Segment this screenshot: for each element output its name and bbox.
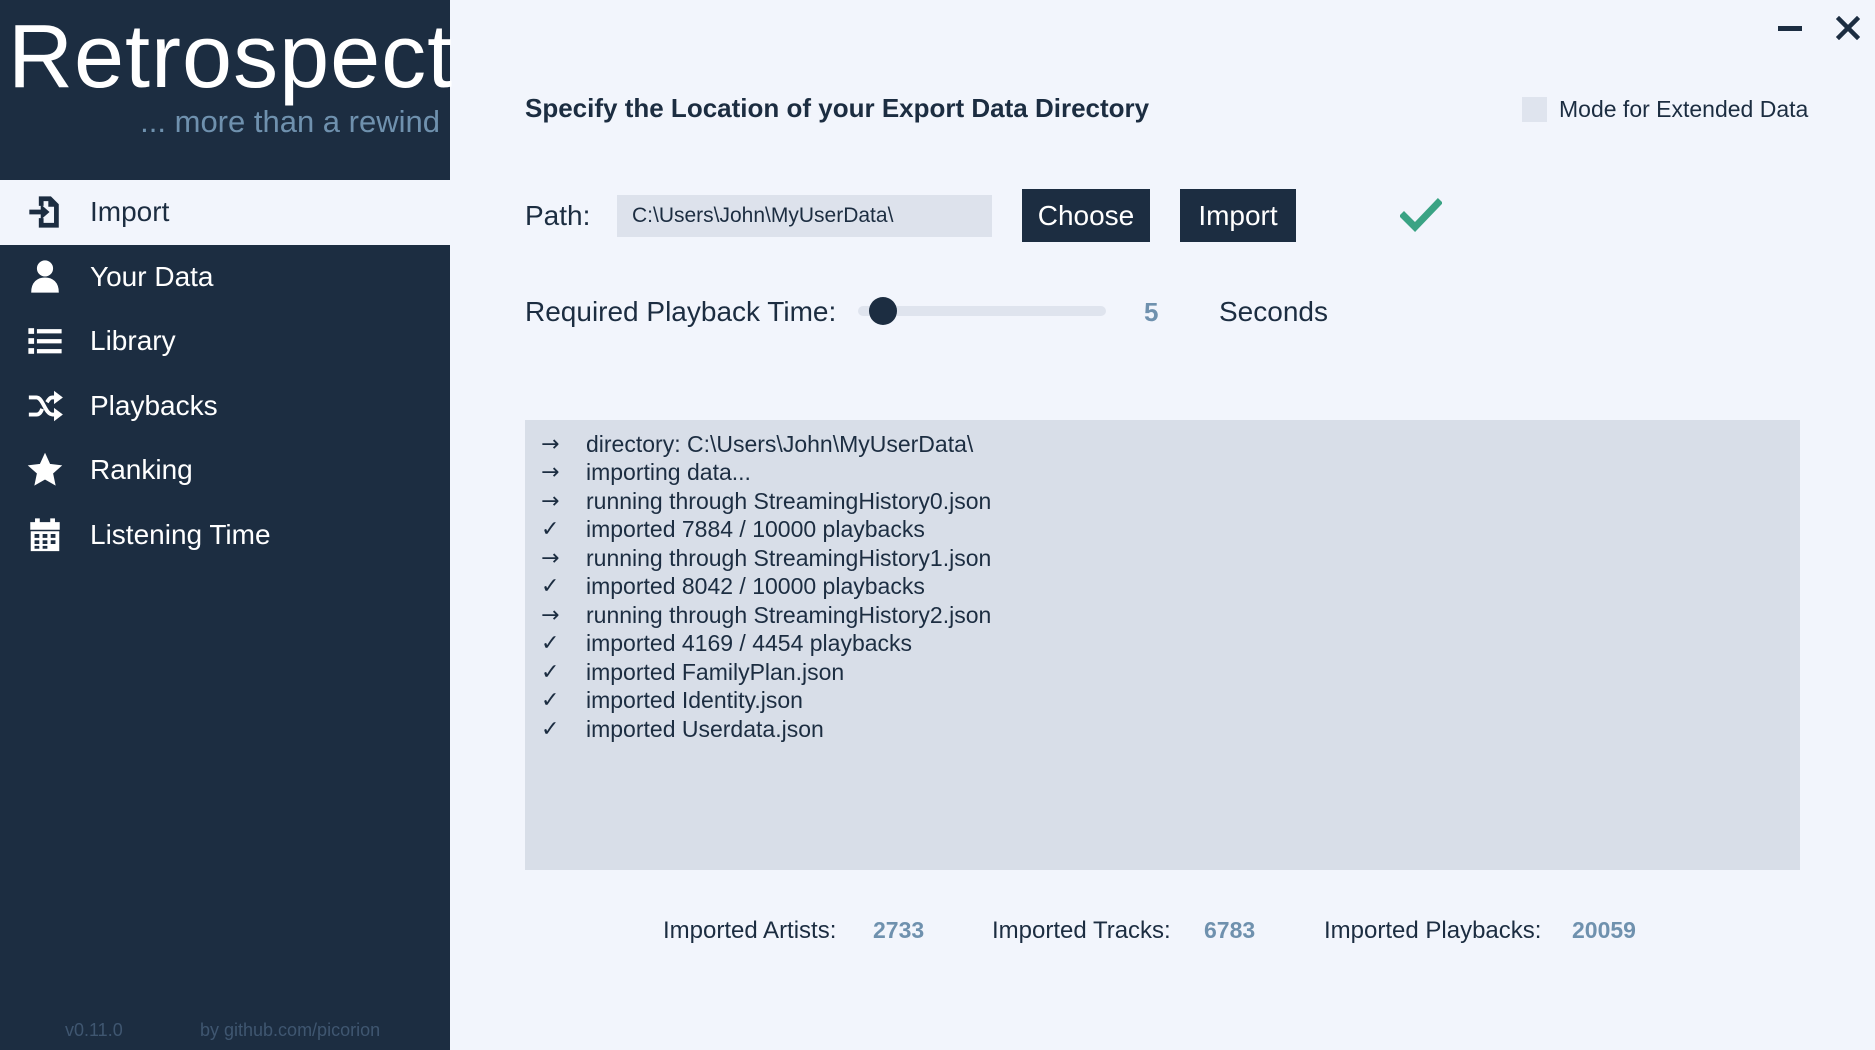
extended-mode-label: Mode for Extended Data bbox=[1559, 96, 1809, 122]
list-icon bbox=[24, 321, 66, 361]
credit-link[interactable]: by github.com/picorion bbox=[200, 1020, 380, 1041]
user-icon bbox=[24, 257, 66, 297]
imported-playbacks-label: Imported Playbacks: bbox=[1324, 917, 1542, 944]
sidebar-item-label: Import bbox=[90, 196, 170, 228]
log-line: ✓ imported Userdata.json bbox=[525, 715, 1800, 744]
log-text: imported 7884 / 10000 playbacks bbox=[586, 516, 925, 543]
import-log: → directory: C:\Users\John\MyUserData\ → im… bbox=[525, 420, 1800, 870]
log-symbol: → bbox=[541, 602, 560, 628]
path-label: Path: bbox=[525, 200, 591, 231]
sidebar-item-import[interactable]: Import bbox=[0, 180, 450, 245]
path-input[interactable] bbox=[617, 195, 992, 237]
version-label: v0.11.0 bbox=[65, 1020, 123, 1040]
sidebar-item-library[interactable]: Library bbox=[0, 309, 450, 374]
log-text: imported Identity.json bbox=[586, 687, 803, 714]
log-symbol: → bbox=[541, 431, 560, 457]
log-line: ✓ imported FamilyPlan.json bbox=[525, 658, 1800, 687]
log-symbol: ✓ bbox=[541, 688, 560, 714]
playback-time-label: Required Playback Time: bbox=[525, 296, 837, 327]
star-icon bbox=[24, 450, 66, 490]
log-text: imported 8042 / 10000 playbacks bbox=[586, 573, 925, 600]
log-line: → running through StreamingHistory0.json bbox=[525, 487, 1800, 516]
main-panel: Specify the Location of your Export Data… bbox=[450, 0, 1875, 1050]
sidebar-item-label: Library bbox=[90, 325, 176, 357]
log-line: → running through StreamingHistory2.json bbox=[525, 601, 1800, 630]
log-text: running through StreamingHistory2.json bbox=[586, 601, 992, 628]
log-text: imported 4169 / 4454 playbacks bbox=[586, 630, 913, 657]
logo-title: Retrospect bbox=[8, 7, 454, 107]
sidebar-item-ranking[interactable]: Ranking bbox=[0, 438, 450, 503]
playback-time-unit: Seconds bbox=[1219, 296, 1328, 327]
log-text: directory: C:\Users\John\MyUserData\ bbox=[586, 430, 974, 457]
imported-playbacks-value: 20059 bbox=[1572, 917, 1636, 943]
page-title: Specify the Location of your Export Data… bbox=[525, 93, 1150, 123]
close-button[interactable] bbox=[1832, 12, 1864, 44]
log-text: running through StreamingHistory0.json bbox=[586, 487, 992, 514]
log-text: importing data... bbox=[586, 459, 751, 486]
log-line: ✓ imported 8042 / 10000 playbacks bbox=[525, 573, 1800, 602]
sidebar-item-label: Playbacks bbox=[90, 389, 218, 421]
import-button[interactable]: Import bbox=[1180, 189, 1296, 242]
sidebar-item-your-data[interactable]: Your Data bbox=[0, 245, 450, 310]
log-line: → running through StreamingHistory1.json bbox=[525, 544, 1800, 573]
shuffle-icon bbox=[24, 386, 66, 426]
log-line: ✓ imported 4169 / 4454 playbacks bbox=[525, 630, 1800, 659]
sidebar-item-label: Ranking bbox=[90, 454, 193, 486]
log-line: → importing data... bbox=[525, 459, 1800, 488]
slider-thumb[interactable] bbox=[868, 297, 897, 325]
imported-tracks-value: 6783 bbox=[1204, 917, 1256, 943]
app-logo: Retrospect ... more than a rewind bbox=[0, 0, 454, 180]
log-line: ✓ imported Identity.json bbox=[525, 687, 1800, 716]
sidebar-item-label: Listening Time bbox=[90, 518, 271, 550]
playback-time-slider[interactable] bbox=[858, 296, 1106, 326]
file-import-icon bbox=[24, 192, 66, 232]
sidebar-nav: Import Your Data Library Playbacks Ranki… bbox=[0, 180, 450, 567]
log-symbol: → bbox=[541, 545, 560, 571]
log-symbol: → bbox=[541, 460, 560, 486]
imported-artists-value: 2733 bbox=[873, 917, 925, 943]
sidebar-item-playbacks[interactable]: Playbacks bbox=[0, 374, 450, 439]
choose-button[interactable]: Choose bbox=[1022, 189, 1150, 242]
log-line: → directory: C:\Users\John\MyUserData\ bbox=[525, 430, 1800, 459]
log-symbol: ✓ bbox=[541, 716, 560, 742]
extended-mode-checkbox[interactable] bbox=[1522, 97, 1547, 122]
imported-tracks-label: Imported Tracks: bbox=[992, 917, 1171, 944]
sidebar-item-label: Your Data bbox=[90, 260, 214, 292]
log-text: imported Userdata.json bbox=[586, 715, 824, 742]
log-symbol: → bbox=[541, 488, 560, 514]
extended-mode-toggle[interactable]: Mode for Extended Data bbox=[1522, 96, 1808, 123]
minimize-button[interactable] bbox=[1774, 12, 1806, 44]
playback-time-value: 5 bbox=[1144, 297, 1159, 327]
log-symbol: ✓ bbox=[541, 574, 560, 600]
log-symbol: ✓ bbox=[541, 659, 560, 685]
log-symbol: ✓ bbox=[541, 631, 560, 657]
log-text: imported FamilyPlan.json bbox=[586, 658, 845, 685]
minimize-icon bbox=[1778, 26, 1802, 31]
log-symbol: ✓ bbox=[541, 517, 560, 543]
checkmark-icon bbox=[1400, 198, 1442, 233]
calendar-icon bbox=[24, 515, 66, 555]
sidebar: Retrospect ... more than a rewind Import… bbox=[0, 0, 454, 1050]
log-text: running through StreamingHistory1.json bbox=[586, 544, 992, 571]
sidebar-item-listening-time[interactable]: Listening Time bbox=[0, 503, 450, 568]
close-icon bbox=[1836, 16, 1860, 40]
imported-artists-label: Imported Artists: bbox=[663, 917, 837, 944]
logo-tagline: ... more than a rewind bbox=[140, 104, 440, 139]
log-line: ✓ imported 7884 / 10000 playbacks bbox=[525, 516, 1800, 545]
